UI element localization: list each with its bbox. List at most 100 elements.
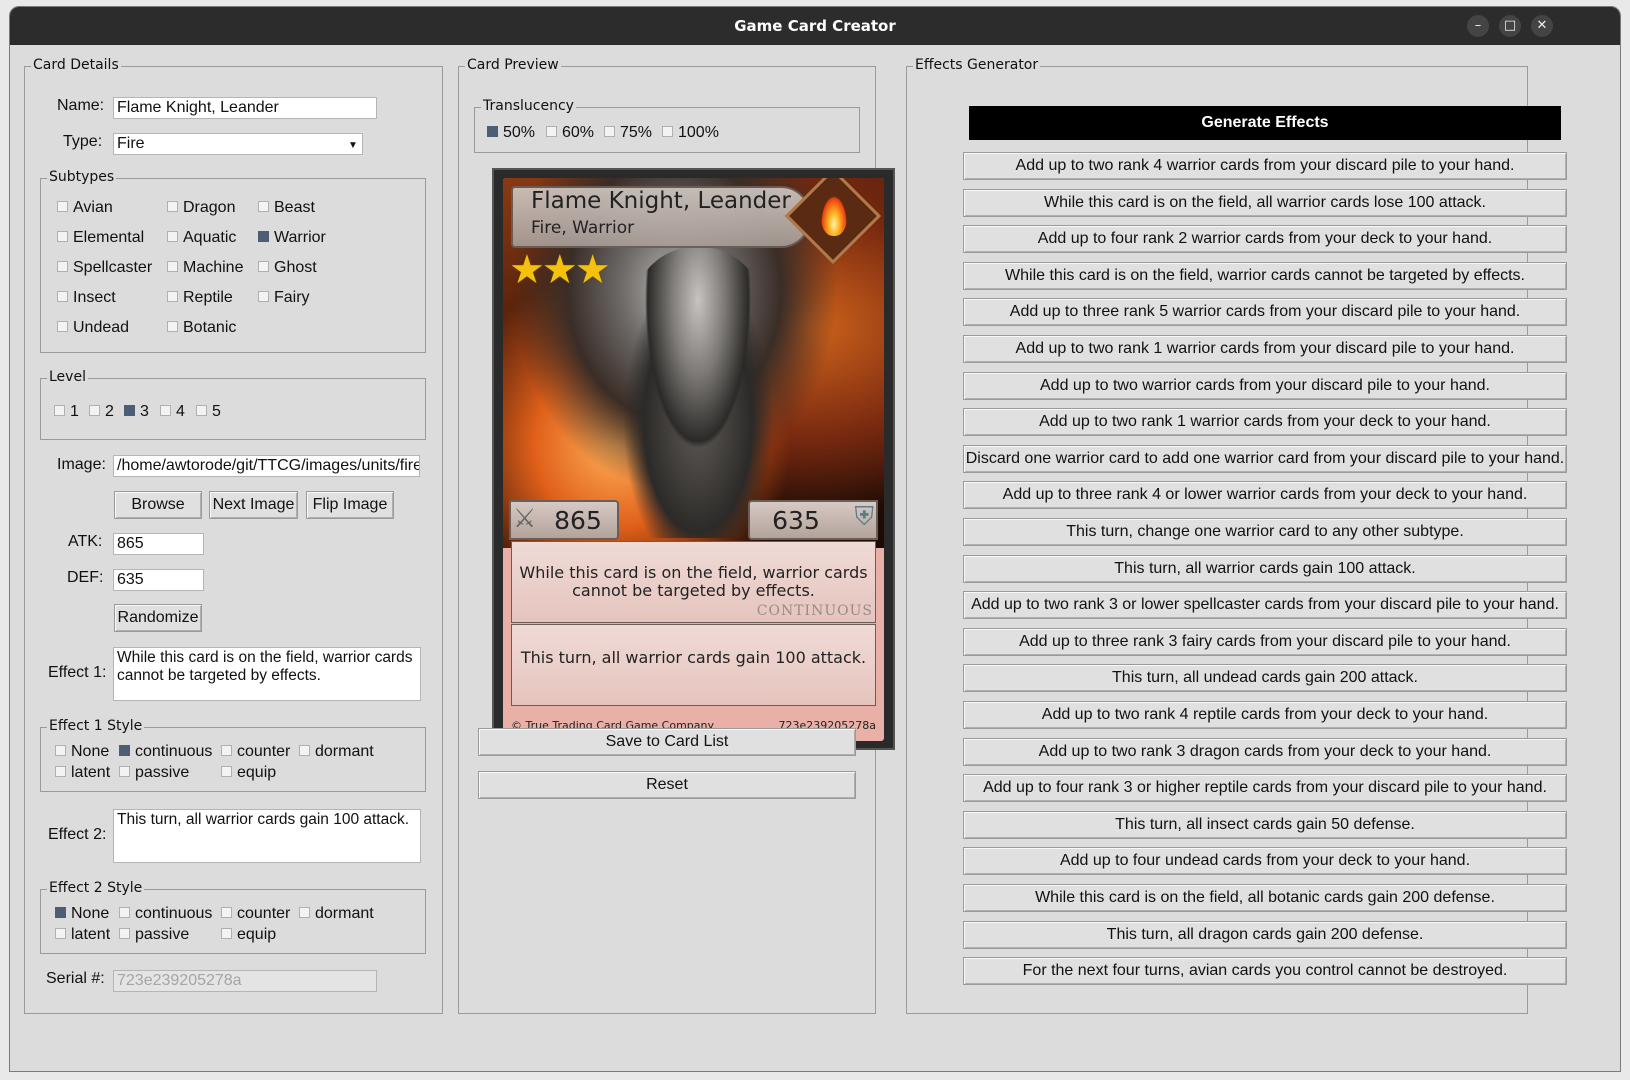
- effect1-style-continuous[interactable]: continuous: [119, 742, 212, 762]
- effect1-textarea[interactable]: While this card is on the field, warrior…: [113, 647, 421, 701]
- effect1-style-equip-label: equip: [237, 764, 277, 781]
- subtype-machine[interactable]: Machine: [167, 258, 243, 278]
- effect1-style-counter[interactable]: counter: [221, 742, 290, 762]
- effect-option-button[interactable]: Add up to three rank 4 or lower warrior …: [963, 481, 1567, 510]
- effect-option-button[interactable]: This turn, change one warrior card to an…: [963, 518, 1567, 546]
- level-3[interactable]: 3: [124, 402, 149, 422]
- subtype-undead-label: Undead: [73, 319, 130, 336]
- effect-option-button[interactable]: While this card is on the field, all bot…: [963, 884, 1567, 912]
- effect-option-button[interactable]: While this card is on the field, all war…: [963, 188, 1567, 217]
- checkbox-unchecked-icon: [160, 405, 171, 417]
- effect1-style-latent[interactable]: latent: [55, 763, 110, 783]
- subtype-undead[interactable]: Undead: [57, 318, 129, 338]
- checkbox-unchecked-icon: [167, 231, 178, 243]
- effect2-style-counter[interactable]: counter: [221, 904, 290, 924]
- effect-option-button[interactable]: Add up to four rank 2 warrior cards from…: [963, 225, 1567, 254]
- effect1-label: Effect 1:: [48, 664, 107, 681]
- effect-option-button[interactable]: This turn, all undead cards gain 200 att…: [963, 664, 1567, 693]
- knight-illustration: [613, 248, 783, 538]
- effect-option-button[interactable]: This turn, all dragon cards gain 200 def…: [963, 920, 1567, 949]
- effect-option-button[interactable]: Add up to four rank 3 or higher reptile …: [963, 774, 1567, 803]
- checkbox-unchecked-icon: [57, 231, 68, 243]
- flip-image-button[interactable]: Flip Image: [306, 491, 394, 519]
- checkbox-unchecked-icon: [221, 928, 232, 940]
- browse-button[interactable]: Browse: [114, 491, 202, 519]
- subtype-elemental[interactable]: Elemental: [57, 228, 144, 248]
- effect-option-button[interactable]: This turn, all insect cards gain 50 defe…: [963, 810, 1567, 839]
- level-5[interactable]: 5: [196, 402, 221, 422]
- subtype-avian[interactable]: Avian: [57, 198, 113, 218]
- effect1-style-equip[interactable]: equip: [221, 763, 276, 783]
- translucency-50[interactable]: 50%: [487, 123, 535, 143]
- effect-option-button[interactable]: This turn, all warrior cards gain 100 at…: [963, 554, 1567, 583]
- subtype-beast[interactable]: Beast: [258, 198, 315, 218]
- effect1-style-passive[interactable]: passive: [119, 763, 189, 783]
- subtype-reptile-label: Reptile: [183, 289, 233, 306]
- subtype-reptile[interactable]: Reptile: [167, 288, 233, 308]
- effect2-textarea[interactable]: This turn, all warrior cards gain 100 at…: [113, 809, 421, 863]
- effect-option-button[interactable]: Add up to three rank 5 warrior cards fro…: [963, 298, 1567, 327]
- effect1-style-dormant[interactable]: dormant: [299, 742, 374, 762]
- name-input[interactable]: Flame Knight, Leander: [113, 97, 377, 119]
- effect2-style-equip-label: equip: [237, 926, 277, 943]
- translucency-60-label: 60%: [562, 124, 595, 141]
- translucency-60[interactable]: 60%: [546, 123, 594, 143]
- effect2-style-continuous[interactable]: continuous: [119, 904, 212, 924]
- card-preview: Flame Knight, Leander Fire, Warrior ★★★ …: [492, 168, 895, 750]
- window-title: Game Card Creator: [734, 17, 896, 35]
- translucency-75[interactable]: 75%: [604, 123, 652, 143]
- level-5-label: 5: [212, 403, 221, 420]
- subtype-warrior[interactable]: Warrior: [258, 228, 326, 248]
- save-to-card-list-button[interactable]: Save to Card List: [478, 728, 856, 756]
- atk-input[interactable]: 865: [113, 533, 204, 555]
- subtype-botanic[interactable]: Botanic: [167, 318, 236, 338]
- level-2[interactable]: 2: [89, 402, 114, 422]
- subtype-fairy[interactable]: Fairy: [258, 288, 310, 308]
- effect1-style-none-label: None: [71, 743, 110, 760]
- checkbox-unchecked-icon: [662, 126, 673, 138]
- generate-effects-button[interactable]: Generate Effects: [969, 106, 1561, 140]
- type-select[interactable]: Fire ▼: [113, 133, 363, 155]
- subtype-ghost[interactable]: Ghost: [258, 258, 317, 278]
- randomize-button[interactable]: Randomize: [114, 604, 202, 632]
- effect2-style-none[interactable]: None: [55, 904, 109, 924]
- checkbox-unchecked-icon: [167, 201, 178, 213]
- subtype-insect[interactable]: Insect: [57, 288, 116, 308]
- next-image-button[interactable]: Next Image: [209, 491, 298, 519]
- effect-option-button[interactable]: Add up to two rank 1 warrior cards from …: [963, 335, 1567, 363]
- level-1[interactable]: 1: [54, 402, 79, 422]
- subtype-dragon[interactable]: Dragon: [167, 198, 235, 218]
- effect2-style-dormant[interactable]: dormant: [299, 904, 374, 924]
- minimize-button[interactable]: –: [1467, 15, 1489, 37]
- effect-option-button[interactable]: While this card is on the field, warrior…: [963, 261, 1567, 290]
- checkbox-unchecked-icon: [55, 928, 66, 940]
- effect-option-button[interactable]: Add up to two rank 3 dragon cards from y…: [963, 737, 1567, 766]
- maximize-button[interactable]: □: [1499, 15, 1521, 37]
- effect-option-button[interactable]: Add up to two warrior cards from your di…: [963, 371, 1567, 400]
- def-input[interactable]: 635: [113, 569, 204, 591]
- subtype-aquatic[interactable]: Aquatic: [167, 228, 236, 248]
- image-path-input[interactable]: /home/awtorode/git/TTCG/images/units/fir…: [113, 455, 420, 477]
- effect2-style-equip[interactable]: equip: [221, 925, 276, 945]
- effect-option-button[interactable]: Add up to two rank 4 reptile cards from …: [963, 701, 1567, 729]
- translucency-100[interactable]: 100%: [662, 123, 719, 143]
- effect-option-button[interactable]: Add up to two rank 4 warrior cards from …: [963, 152, 1567, 180]
- effect-option-button[interactable]: Add up to two rank 3 or lower spellcaste…: [963, 591, 1567, 620]
- effect-option-button[interactable]: Add up to three rank 3 fairy cards from …: [963, 627, 1567, 656]
- close-button[interactable]: ✕: [1531, 15, 1553, 37]
- effect2-style-passive[interactable]: passive: [119, 925, 189, 945]
- effect-option-button[interactable]: Add up to four undead cards from your de…: [963, 847, 1567, 876]
- effect-option-button[interactable]: For the next four turns, avian cards you…: [963, 957, 1567, 986]
- subtype-insect-label: Insect: [73, 289, 116, 306]
- type-label: Type:: [63, 133, 103, 150]
- effect1-style-none[interactable]: None: [55, 742, 109, 762]
- subtype-spellcaster[interactable]: Spellcaster: [57, 258, 152, 278]
- effect2-style-latent[interactable]: latent: [55, 925, 110, 945]
- reset-button[interactable]: Reset: [478, 771, 856, 799]
- effect-option-button[interactable]: Add up to two rank 1 warrior cards from …: [963, 408, 1567, 437]
- effect2-style-passive-label: passive: [135, 926, 190, 943]
- checkbox-unchecked-icon: [196, 405, 207, 417]
- effect-option-button[interactable]: Discard one warrior card to add one warr…: [963, 444, 1567, 473]
- card-def: 635 ⛨: [748, 500, 878, 540]
- level-4[interactable]: 4: [160, 402, 185, 422]
